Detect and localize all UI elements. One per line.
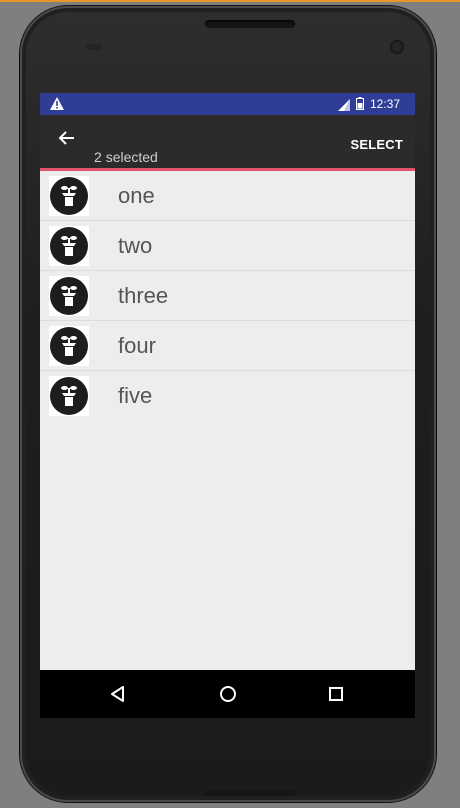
bottom-speaker — [205, 790, 295, 796]
selected-label: selected — [105, 149, 158, 165]
nav-home-circle-icon[interactable] — [216, 682, 240, 706]
window-top-border — [0, 0, 460, 2]
signal-icon — [338, 99, 350, 111]
status-bar: 12:37 — [40, 93, 415, 115]
navigation-bar — [40, 670, 415, 718]
list-item-label: four — [118, 333, 156, 358]
proximity-sensor — [86, 44, 102, 50]
plant-pot-icon — [49, 176, 89, 216]
list-item[interactable]: three — [40, 271, 415, 321]
list-item[interactable]: two — [40, 221, 415, 271]
plant-pot-icon — [49, 326, 89, 366]
select-button[interactable]: SELECT — [351, 137, 403, 152]
list-item[interactable]: four — [40, 321, 415, 371]
back-arrow-icon[interactable] — [58, 129, 76, 147]
plant-pot-icon — [49, 276, 89, 316]
plant-pot-icon — [49, 226, 89, 266]
item-list: one two three four five — [40, 171, 415, 420]
front-camera — [390, 40, 404, 54]
battery-icon — [356, 97, 364, 110]
list-item-label: three — [118, 283, 169, 308]
device-screen: 12:37 2 selected SELECT one two three fo… — [40, 93, 415, 718]
selected-count: 2 — [94, 149, 102, 165]
list-item[interactable]: one — [40, 171, 415, 221]
list-item-label: two — [118, 233, 153, 258]
selection-status: 2 selected — [94, 149, 158, 165]
action-bar: 2 selected SELECT — [40, 115, 415, 171]
nav-back-triangle-icon[interactable] — [106, 682, 130, 706]
nav-recents-square-icon[interactable] — [324, 682, 348, 706]
plant-pot-icon — [49, 376, 89, 416]
status-time: 12:37 — [370, 97, 401, 111]
list-item-label: one — [118, 183, 155, 208]
warning-icon — [50, 97, 64, 110]
earpiece-speaker — [205, 20, 295, 28]
list-item[interactable]: five — [40, 371, 415, 420]
list-item-label: five — [118, 383, 153, 408]
